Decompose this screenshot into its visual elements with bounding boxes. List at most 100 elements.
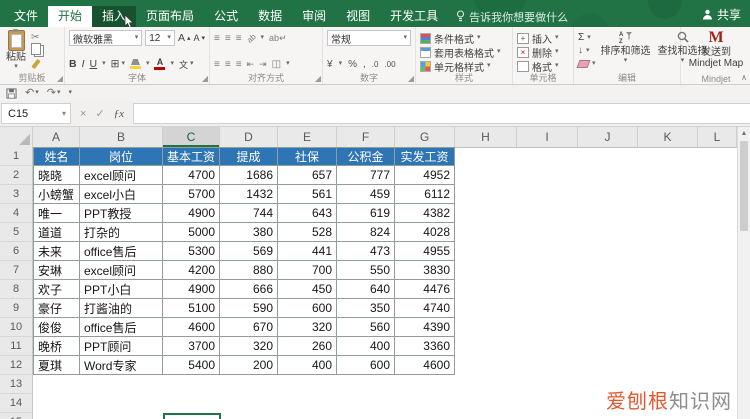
cell-B6[interactable]: office售后 (80, 242, 163, 261)
cell-D11[interactable]: 320 (220, 337, 278, 356)
cell-G1[interactable]: 实发工资 (395, 147, 455, 166)
dialog-launcher-icon[interactable]: ◢ (57, 75, 63, 83)
cell-D10[interactable]: 670 (220, 318, 278, 337)
cell-D8[interactable]: 666 (220, 280, 278, 299)
cell-A9[interactable]: 豪仔 (33, 299, 80, 318)
conditional-formatting-button[interactable]: 条件格式 ▾ (420, 31, 508, 46)
cell-F9[interactable]: 350 (337, 299, 395, 318)
row-header-12[interactable]: 12 (0, 356, 32, 375)
customize-qat-button[interactable]: ▾ (68, 89, 72, 96)
cell-D4[interactable]: 744 (220, 204, 278, 223)
cell-C8[interactable]: 4900 (163, 280, 220, 299)
align-bottom-button[interactable]: ≡ (236, 33, 242, 44)
tab-插入[interactable]: 插入 (92, 6, 137, 29)
cell-F11[interactable]: 400 (337, 337, 395, 356)
tab-开始[interactable]: 开始 (48, 6, 93, 27)
cell-C1[interactable]: 基本工资 (163, 147, 220, 166)
cell-B5[interactable]: 打杂的 (80, 223, 163, 242)
cell-A5[interactable]: 道道 (33, 223, 80, 242)
accounting-format-button[interactable]: ¥ (327, 59, 333, 70)
decrease-indent-button[interactable]: ⇤ (247, 59, 255, 70)
save-button[interactable] (6, 87, 17, 99)
column-header-L[interactable]: L (698, 127, 737, 147)
row-header-5[interactable]: 5 (0, 223, 32, 242)
cell-B1[interactable]: 岗位 (80, 147, 163, 166)
orientation-button[interactable]: ab (245, 32, 258, 45)
row-header-3[interactable]: 3 (0, 185, 32, 204)
selected-cell-outline[interactable] (163, 413, 221, 419)
column-header-B[interactable]: B (80, 127, 163, 147)
sheet-body[interactable]: 123456789101112131415 姓名岗位基本工资提成社保公积金实发工… (0, 147, 737, 419)
cell-A7[interactable]: 安琳 (33, 261, 80, 280)
cell-F7[interactable]: 550 (337, 261, 395, 280)
align-center-button[interactable]: ≡ (225, 59, 231, 70)
cell-D1[interactable]: 提成 (220, 147, 278, 166)
cell-B4[interactable]: PPT教授 (80, 204, 163, 223)
tab-文件[interactable]: 文件 (4, 6, 48, 27)
row-header-9[interactable]: 9 (0, 299, 32, 318)
confirm-entry-button[interactable]: ✓ (95, 107, 104, 120)
redo-button[interactable]: ↷ ▾ (47, 87, 61, 99)
tab-视图[interactable]: 视图 (336, 6, 380, 27)
fill-color-button[interactable] (129, 59, 141, 69)
row-header-8[interactable]: 8 (0, 280, 32, 299)
cell-B12[interactable]: Word专家 (80, 356, 163, 375)
delete-cells-button[interactable]: × 删除 ▾ (517, 45, 569, 60)
grow-font-button[interactable]: A ▴ (178, 32, 191, 44)
row-header-7[interactable]: 7 (0, 261, 32, 280)
format-painter-button[interactable] (31, 58, 44, 71)
send-to-mindjet-button[interactable]: M 发送到 Mindjet Map (687, 30, 745, 72)
cell-E1[interactable]: 社保 (278, 147, 337, 166)
cell-C10[interactable]: 4600 (163, 318, 220, 337)
column-header-G[interactable]: G (395, 127, 455, 147)
row-header-15[interactable]: 15 (0, 413, 32, 419)
row-header-2[interactable]: 2 (0, 166, 32, 185)
collapse-ribbon-button[interactable]: ∧ (741, 73, 747, 82)
cell-E9[interactable]: 600 (278, 299, 337, 318)
cell-C3[interactable]: 5700 (163, 185, 220, 204)
cell-F2[interactable]: 777 (337, 166, 395, 185)
cell-C6[interactable]: 5300 (163, 242, 220, 261)
row-header-14[interactable]: 14 (0, 394, 32, 413)
cell-G11[interactable]: 3360 (395, 337, 455, 356)
cell-C12[interactable]: 5400 (163, 356, 220, 375)
cell-D2[interactable]: 1686 (220, 166, 278, 185)
align-left-button[interactable]: ≡ (214, 59, 220, 70)
cell-G8[interactable]: 4476 (395, 280, 455, 299)
cell-D9[interactable]: 590 (220, 299, 278, 318)
column-header-K[interactable]: K (638, 127, 698, 147)
cell-C4[interactable]: 4900 (163, 204, 220, 223)
row-header-4[interactable]: 4 (0, 204, 32, 223)
tell-me-box[interactable]: 告诉我你想要做什么 (448, 6, 576, 27)
align-top-button[interactable]: ≡ (214, 33, 220, 44)
cell-C9[interactable]: 5100 (163, 299, 220, 318)
cell-A8[interactable]: 欢子 (33, 280, 80, 299)
cell-G3[interactable]: 6112 (395, 185, 455, 204)
cancel-entry-button[interactable]: × (80, 108, 86, 120)
underline-button[interactable]: U (90, 58, 98, 70)
cell-A4[interactable]: 唯一 (33, 204, 80, 223)
cell-F1[interactable]: 公积金 (337, 147, 395, 166)
cell-A2[interactable]: 晓晓 (33, 166, 80, 185)
cell-D5[interactable]: 380 (220, 223, 278, 242)
share-button[interactable]: 共享 (702, 6, 741, 23)
italic-button[interactable]: I (82, 58, 85, 70)
cell-A11[interactable]: 晚桥 (33, 337, 80, 356)
cell-B3[interactable]: excel小白 (80, 185, 163, 204)
scrollbar-thumb[interactable] (740, 141, 748, 231)
undo-button[interactable]: ↶ ▾ (25, 87, 39, 99)
font-size-combo[interactable]: 12 ▾ (145, 30, 175, 46)
cell-E11[interactable]: 260 (278, 337, 337, 356)
row-header-13[interactable]: 13 (0, 375, 32, 394)
percent-button[interactable]: % (348, 59, 357, 70)
cell-G5[interactable]: 4028 (395, 223, 455, 242)
column-header-E[interactable]: E (278, 127, 337, 147)
copy-button[interactable] (31, 42, 44, 57)
decrease-decimal-button[interactable]: .00 (384, 60, 395, 69)
sort-filter-button[interactable]: A Z 排序和筛选 ▾ (599, 30, 653, 72)
cell-E12[interactable]: 400 (278, 356, 337, 375)
shrink-font-button[interactable]: A ▾ (193, 33, 205, 43)
cell-C7[interactable]: 4200 (163, 261, 220, 280)
insert-function-button[interactable]: ƒx (114, 108, 124, 120)
dialog-launcher-icon[interactable]: ◢ (315, 75, 321, 83)
